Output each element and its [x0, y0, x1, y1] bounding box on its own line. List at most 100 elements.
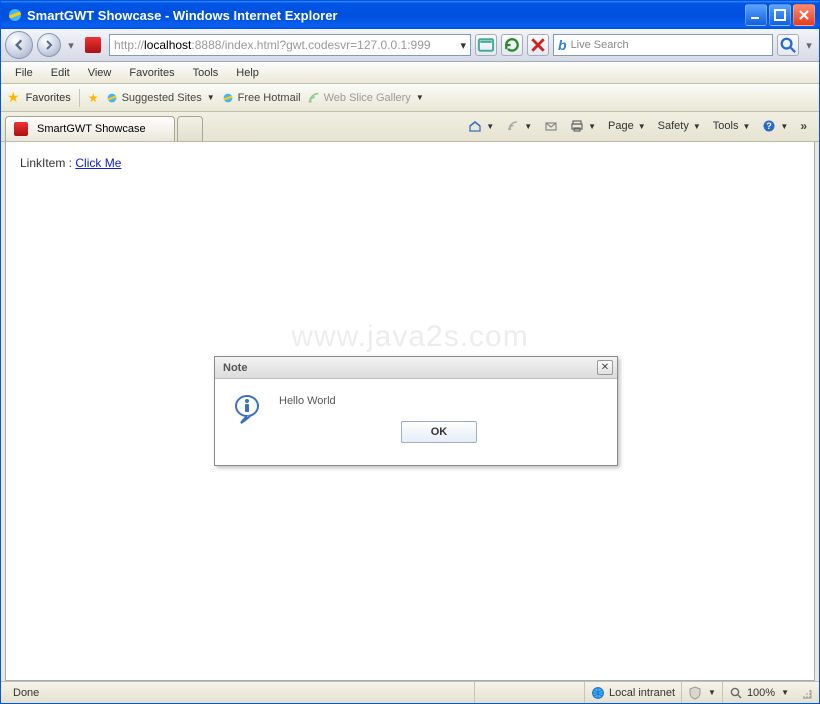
- free-hotmail-link[interactable]: Free Hotmail: [221, 91, 301, 105]
- search-button[interactable]: [777, 34, 799, 56]
- resize-grip-icon[interactable]: [799, 686, 813, 700]
- zoom-icon: [729, 686, 743, 700]
- protected-mode-pane[interactable]: ▼: [681, 682, 722, 703]
- chevron-down-icon: ▼: [742, 122, 750, 131]
- chevron-down-icon: ▼: [524, 122, 532, 131]
- svg-text:?: ?: [767, 121, 773, 131]
- new-tab-button[interactable]: [177, 116, 203, 141]
- web-slice-link[interactable]: Web Slice Gallery ▼: [307, 91, 424, 105]
- chevron-down-icon: ▼: [693, 122, 701, 131]
- suggested-sites-link[interactable]: Suggested Sites ▼: [105, 91, 215, 105]
- search-dropdown[interactable]: ▾: [803, 35, 815, 55]
- help-button[interactable]: ?▼: [758, 116, 792, 136]
- add-favorite-star-icon[interactable]: ★: [88, 91, 99, 105]
- url-scheme: http://: [114, 38, 144, 52]
- watermark-text: www.java2s.com: [291, 320, 528, 354]
- zoom-control[interactable]: 100% ▼: [722, 682, 795, 703]
- ie-window: SmartGWT Showcase - Windows Internet Exp…: [0, 0, 820, 704]
- dialog-body: Hello World OK: [215, 379, 617, 465]
- zone-label: Local intranet: [609, 687, 675, 699]
- bing-logo-icon: b: [558, 37, 567, 53]
- globe-icon: [591, 686, 605, 700]
- address-dropdown[interactable]: ▾: [460, 39, 466, 52]
- minimize-button[interactable]: [745, 4, 767, 26]
- linkitem-field: LinkItem : Click Me: [20, 156, 121, 170]
- zoom-value: 100%: [747, 687, 775, 699]
- chevron-down-icon: ▼: [638, 122, 646, 131]
- suggested-sites-label: Suggested Sites: [122, 92, 202, 104]
- favicon-wrap: [85, 37, 105, 53]
- command-bar: ▼ ▼ ▼ Page▼ Safety▼ Tools▼ ?▼ »: [464, 111, 815, 141]
- safety-label: Safety: [658, 120, 689, 132]
- linkitem-label: LinkItem :: [20, 156, 75, 170]
- dialog-titlebar[interactable]: Note ✕: [215, 357, 617, 379]
- menu-view[interactable]: View: [80, 64, 120, 82]
- ie-small-icon: [221, 91, 235, 105]
- stop-button[interactable]: [527, 34, 549, 56]
- read-mail-button[interactable]: [540, 116, 562, 136]
- compat-view-button[interactable]: [475, 34, 497, 56]
- chevron-down-icon: ▼: [207, 93, 215, 102]
- back-button[interactable]: [5, 31, 33, 59]
- favorites-button[interactable]: Favorites: [26, 92, 71, 104]
- maximize-button[interactable]: [769, 4, 791, 26]
- ie-small-icon: [105, 91, 119, 105]
- nav-bar: ▾ http://localhost:8888/index.html?gwt.c…: [1, 29, 819, 62]
- clickme-link[interactable]: Click Me: [75, 156, 121, 170]
- page-body: LinkItem : Click Me: [6, 142, 814, 184]
- dialog-buttons: OK: [279, 421, 599, 443]
- favorites-star-icon: ★: [7, 89, 20, 106]
- url-host: localhost: [144, 38, 191, 52]
- favorites-bar: ★ Favorites ★ Suggested Sites ▼ Free Hot…: [1, 84, 819, 112]
- status-text: Done: [7, 682, 474, 703]
- chevron-down-icon: ▼: [486, 122, 494, 131]
- print-button[interactable]: ▼: [566, 116, 600, 136]
- tools-menu[interactable]: Tools▼: [709, 117, 755, 135]
- close-button[interactable]: [793, 4, 815, 26]
- page-label: Page: [608, 120, 634, 132]
- chevron-down-icon: ▼: [416, 93, 424, 102]
- chevron-down-icon: ▼: [780, 122, 788, 131]
- tab-favicon-icon: [14, 122, 28, 136]
- free-hotmail-label: Free Hotmail: [238, 92, 301, 104]
- menu-edit[interactable]: Edit: [43, 64, 78, 82]
- info-icon: [233, 393, 265, 425]
- feeds-button[interactable]: ▼: [502, 116, 536, 136]
- tab-bar: SmartGWT Showcase ▼ ▼ ▼ Page ▼ Safety ▼ To…: [1, 112, 819, 142]
- content-area: LinkItem : Click Me www.java2s.com Note …: [5, 142, 815, 681]
- safety-menu[interactable]: Safety ▼: [654, 117, 705, 135]
- status-pane-empty1: [474, 682, 584, 703]
- address-bar[interactable]: http://localhost:8888/index.html?gwt.cod…: [109, 34, 471, 56]
- tab-label: SmartGWT Showcase: [37, 123, 146, 135]
- shield-icon: [688, 686, 702, 700]
- refresh-button[interactable]: [501, 34, 523, 56]
- tab-active[interactable]: SmartGWT Showcase: [5, 116, 175, 141]
- search-box[interactable]: b Live Search: [553, 34, 773, 56]
- nav-history-dropdown[interactable]: ▾: [65, 35, 77, 55]
- dialog-message: Hello World: [279, 395, 599, 407]
- menu-tools[interactable]: Tools: [185, 64, 227, 82]
- toolbar-overflow[interactable]: »: [796, 119, 811, 133]
- window-title: SmartGWT Showcase - Windows Internet Exp…: [27, 8, 745, 23]
- home-button[interactable]: ▼: [464, 116, 498, 136]
- forward-button[interactable]: [37, 33, 61, 57]
- web-slice-label: Web Slice Gallery: [324, 92, 411, 104]
- status-zone[interactable]: Local intranet: [584, 682, 681, 703]
- menu-bar: File Edit View Favorites Tools Help: [1, 62, 819, 84]
- window-buttons: [745, 4, 815, 26]
- dialog-close-button[interactable]: ✕: [597, 360, 613, 375]
- ok-button[interactable]: OK: [401, 421, 477, 443]
- page-menu[interactable]: Page ▼: [604, 117, 650, 135]
- dialog-title: Note: [223, 362, 597, 374]
- ie-logo-icon: [7, 7, 23, 23]
- url-path: :8888/index.html?gwt.codesvr=127.0.0.1:9…: [191, 38, 430, 52]
- separator: [79, 89, 80, 107]
- status-done: Done: [13, 687, 39, 699]
- menu-help[interactable]: Help: [228, 64, 267, 82]
- status-bar: Done Local intranet ▼ 100% ▼: [1, 681, 819, 703]
- chevron-down-icon: ▼: [588, 122, 596, 131]
- menu-file[interactable]: File: [7, 64, 41, 82]
- dialog-content: Hello World OK: [279, 393, 599, 443]
- titlebar: SmartGWT Showcase - Windows Internet Exp…: [1, 1, 819, 29]
- menu-favorites[interactable]: Favorites: [121, 64, 182, 82]
